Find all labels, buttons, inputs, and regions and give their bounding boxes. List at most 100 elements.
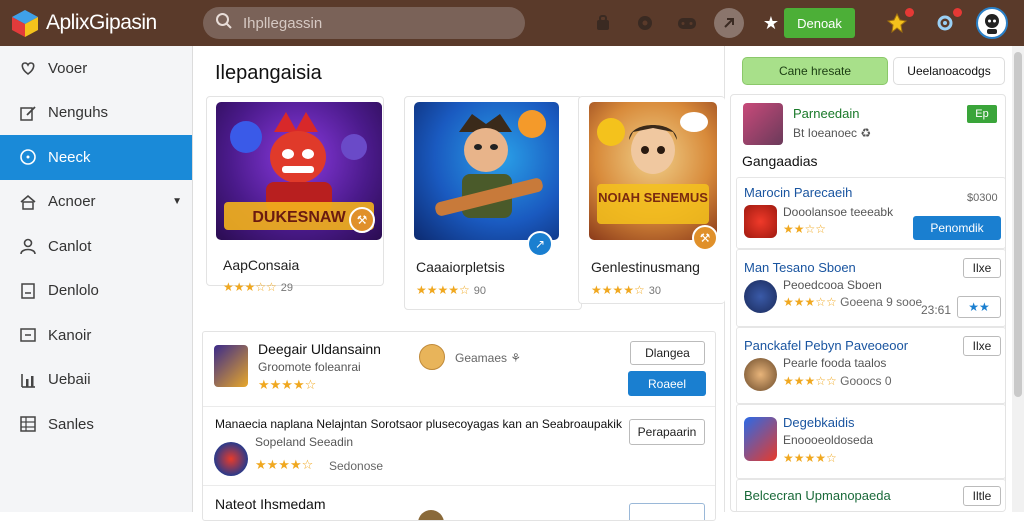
list-item[interactable]: Deegair Uldansainn Groomote foleanrai ★★… [203, 332, 715, 407]
game-name: Genlestinusmang [591, 259, 700, 275]
brand[interactable]: AplixGipasin [10, 8, 200, 38]
item-icon [744, 358, 777, 391]
secondary-button[interactable]: Ilxe [963, 336, 1001, 356]
chat-icon[interactable] [630, 8, 660, 38]
sidebar-item-label: Kanoir [48, 326, 92, 344]
shop-icon[interactable] [588, 8, 618, 38]
item-price: $0300 [967, 192, 998, 204]
featured-game-card[interactable]: NOIAH SENEMUS ⚒ Genlestinusmang ★★★★☆ 30 [578, 96, 725, 304]
sidebar-item-nenguhs[interactable]: Nenguhs [0, 91, 192, 136]
top-action-button[interactable]: Denoak [784, 8, 855, 38]
search-input[interactable] [243, 14, 503, 32]
main-content: Ilepangaisia DUKESNAW ⚒ AapConsaia ★★★☆☆… [193, 46, 725, 521]
rating-button[interactable]: ★★ [957, 296, 1001, 318]
recommendation-item[interactable]: Belcecran Upmanopaeda Iltle [736, 479, 1005, 511]
recommendations-box: Parneedain Bt Ioeanoec ♻ Ep Gangaadias M… [730, 94, 1006, 512]
item-title: Man Tesano Sboen [744, 260, 856, 275]
recommendation-item[interactable]: Degebkaidis Enoooeoldoseda ★★★★☆ [736, 404, 1005, 479]
chart-icon [18, 370, 38, 390]
sidebar-item-acnoer[interactable]: Acnoer ▼ [0, 180, 192, 225]
sidebar-item-uebaii[interactable]: Uebaii [0, 358, 192, 403]
featured-subtitle: Bt Ioeanoec ♻ [793, 126, 872, 140]
game-subtitle: Sopeland Seeadin [255, 435, 354, 449]
publisher-badge-icon: ⚒ [692, 225, 718, 251]
search-icon [215, 12, 233, 35]
item-title: Marocin Parecaeih [744, 185, 853, 200]
tab-active[interactable]: Cane hresate [742, 57, 888, 85]
app-logo-icon [10, 8, 40, 38]
item-meta: Gooocs 0 [840, 374, 892, 388]
sidebar-item-label: Sanles [48, 415, 94, 433]
primary-button[interactable]: Roaeel [628, 371, 706, 396]
list-item[interactable]: Manaecia naplana Nelajntan Sorotsaor plu… [203, 407, 715, 486]
star-icon[interactable]: ★ [756, 8, 786, 38]
link-badge-icon: ↗ [527, 231, 553, 257]
scrollbar-thumb[interactable] [1014, 52, 1022, 397]
item-meta: Goeena 9 sooe [840, 295, 923, 309]
navigate-icon[interactable] [714, 8, 744, 38]
toolbar-icons: ★ [588, 8, 798, 38]
settings-icon[interactable] [928, 6, 962, 40]
item-subtitle: Enoooeoldoseda [783, 433, 874, 447]
recommendation-item[interactable]: Panckafel Pebyn Paveoeoor Pearle fooda t… [736, 327, 1005, 404]
game-title: Manaecia naplana Nelajntan Sorotsaor plu… [215, 417, 622, 431]
publisher-badge-icon: ⚒ [349, 207, 375, 233]
search-box[interactable] [203, 7, 525, 39]
game-art-title: DUKESNAW [252, 209, 346, 226]
sidebar-item-denlolo[interactable]: Denlolo [0, 269, 192, 314]
featured-avatar [743, 103, 783, 145]
home-icon [18, 192, 38, 212]
game-thumbnail [214, 442, 248, 476]
recommendation-item[interactable]: Man Tesano Sboen Peoedcooa Sboen ★★★☆☆ G… [736, 249, 1005, 327]
game-meta: Sedonose [329, 459, 384, 473]
rating-stars: ★★☆☆ [783, 222, 827, 236]
secondary-button[interactable]: Iltle [963, 486, 1001, 506]
item-subtitle: Pearle fooda taalos [783, 356, 887, 370]
settings-badge [953, 8, 962, 17]
sidebar-item-vooer[interactable]: Vooer [0, 46, 192, 91]
grid-icon [18, 414, 38, 434]
secondary-button[interactable]: Ilxe [963, 258, 1001, 278]
gamepad-icon[interactable] [672, 8, 702, 38]
sidebar-item-canlot[interactable]: Canlot [0, 224, 192, 269]
developer-avatar [419, 344, 445, 370]
game-name: Caaaiorpletsis [416, 259, 505, 275]
secondary-button[interactable] [629, 503, 705, 520]
rating-stars: ★★★★☆ 90 [416, 283, 487, 297]
featured-game-card[interactable]: DUKESNAW ⚒ AapConsaia ★★★☆☆ 29 [206, 96, 384, 294]
featured-game-card[interactable]: ↗ Caaaiorpletsis ★★★★☆ 90 [404, 96, 582, 310]
user-avatar[interactable] [976, 7, 1008, 39]
item-time: 23:61 [921, 303, 952, 317]
featured-action-button[interactable]: Ep [967, 105, 997, 123]
sidebar-item-kanoir[interactable]: Kanoir [0, 313, 192, 358]
primary-button[interactable]: Penomdik [913, 216, 1001, 240]
item-subtitle: Dooolansoe teeeabk [783, 205, 894, 219]
secondary-button[interactable]: Perapaarin [629, 419, 705, 445]
sidebar-item-label: Vooer [48, 59, 88, 77]
box-icon [18, 325, 38, 345]
game-title: Nateot Ihsmedam [215, 496, 326, 512]
rating-stars: ★★★★☆ [783, 451, 837, 465]
scrollbar[interactable] [1012, 46, 1024, 512]
section-title: Gangaadias [742, 153, 818, 169]
rating-stars: ★★★★☆ [255, 457, 314, 472]
sidebar-item-neeck[interactable]: Neeck [0, 135, 192, 180]
chevron-down-icon[interactable]: ▼ [172, 196, 182, 207]
secondary-button[interactable]: Dlangea [630, 341, 705, 365]
notification-bell-icon[interactable] [880, 6, 914, 40]
item-icon [744, 417, 777, 461]
rating-score: 90 [473, 285, 487, 297]
info-icon [18, 147, 38, 167]
rating-stars: ★★★☆☆ 29 [223, 280, 294, 294]
rating-score: 29 [280, 282, 294, 294]
notification-badge [905, 8, 914, 17]
sidebar-item-sanles[interactable]: Sanles [0, 402, 192, 447]
recommendation-item[interactable]: Marocin Parecaeih $0300 Dooolansoe teeea… [736, 177, 1005, 249]
sidebar-item-label: Nenguhs [48, 104, 109, 122]
rating-stars: ★★★☆☆ Gooocs 0 [783, 374, 892, 388]
game-art-title: NOIAH SENEMUS [598, 190, 708, 205]
tab-other[interactable]: Ueelanoacodgs [893, 57, 1005, 85]
list-item[interactable]: Nateot Ihsmedam [203, 486, 715, 520]
item-subtitle: Peoedcooa Sboen [783, 278, 882, 292]
item-title: Panckafel Pebyn Paveoeoor [744, 338, 909, 353]
